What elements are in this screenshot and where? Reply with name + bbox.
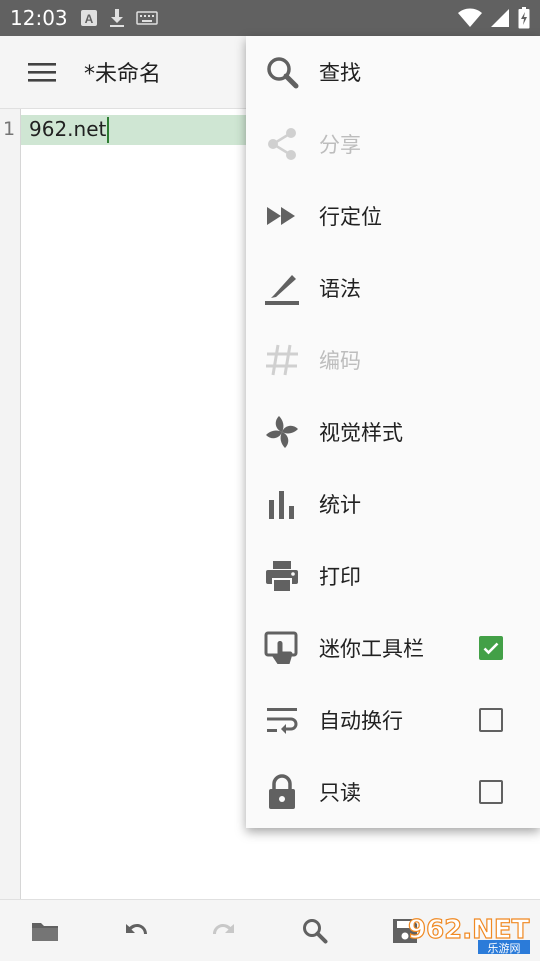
share-icon [268,128,296,160]
status-time: 12:03 [10,6,68,30]
menu-item-label: 自动换行 [319,709,403,733]
menu-item-visual-style[interactable]: 视觉样式 [246,396,540,468]
line-number-gutter: 1 [0,109,21,899]
menu-item-print[interactable]: 打印 [246,540,540,612]
wifi-icon [458,8,482,27]
menu-item-read-only[interactable]: 只读 [246,756,540,828]
checkmark-icon [483,642,499,655]
menu-item-mini-toolbar[interactable]: 迷你工具栏 [246,612,540,684]
hash-icon [266,344,298,376]
highlighter-icon [265,275,299,305]
hamburger-icon[interactable] [26,60,58,84]
menu-item-goto-line[interactable]: 行定位 [246,180,540,252]
menu-item-find[interactable]: 查找 [246,36,540,108]
menu-item-label: 只读 [319,781,361,805]
watermark-subtext: 乐游网 [488,942,521,954]
menu-item-share[interactable]: 分享 [246,108,540,180]
printer-icon [266,561,298,593]
touch-screen-icon [264,631,298,664]
mini-toolbar-checkbox[interactable] [479,636,503,660]
status-bar: 12:03 A [0,0,540,36]
svg-text:A: A [85,12,94,26]
pinwheel-icon [266,416,298,448]
wrap-text-icon [267,708,298,734]
word-wrap-checkbox[interactable] [479,708,503,732]
status-system-icons [458,6,530,30]
folder-icon[interactable] [30,916,60,946]
menu-item-label: 打印 [319,565,361,589]
search-icon [267,57,299,89]
fast-forward-icon [267,207,295,225]
menu-item-label: 分享 [319,133,361,157]
battery-charging-icon [518,7,530,29]
menu-item-label: 视觉样式 [319,421,403,445]
search-icon[interactable] [300,916,330,946]
signal-icon [491,9,509,27]
lock-icon [269,774,295,809]
download-icon [110,9,124,27]
text-a-icon: A [81,10,97,26]
text-cursor [107,117,109,143]
menu-item-label: 迷你工具栏 [319,637,424,661]
menu-item-syntax[interactable]: 语法 [246,252,540,324]
menu-item-statistics[interactable]: 统计 [246,468,540,540]
menu-item-label: 查找 [319,61,361,85]
menu-item-label: 语法 [319,277,361,301]
read-only-checkbox[interactable] [479,780,503,804]
menu-item-label: 行定位 [319,205,382,229]
menu-item-label: 编码 [319,349,361,373]
redo-icon[interactable] [210,916,240,946]
editor-line[interactable]: 962.net [29,117,106,141]
watermark-logo: 962.NET 乐游网 [407,914,530,954]
menu-item-label: 统计 [319,493,361,517]
keyboard-icon [136,11,158,25]
status-notification-icons: A [80,6,158,30]
menu-item-encoding[interactable]: 编码 [246,324,540,396]
bar-chart-icon [269,491,294,519]
undo-icon[interactable] [120,916,150,946]
document-title: *未命名 [84,62,162,87]
menu-item-word-wrap[interactable]: 自动换行 [246,684,540,756]
line-number: 1 [3,118,16,140]
overflow-menu: 查找 分享 行定位 语法 编码 视觉样式 统计 打印 迷你工具栏 自动换行 只读 [246,36,540,828]
